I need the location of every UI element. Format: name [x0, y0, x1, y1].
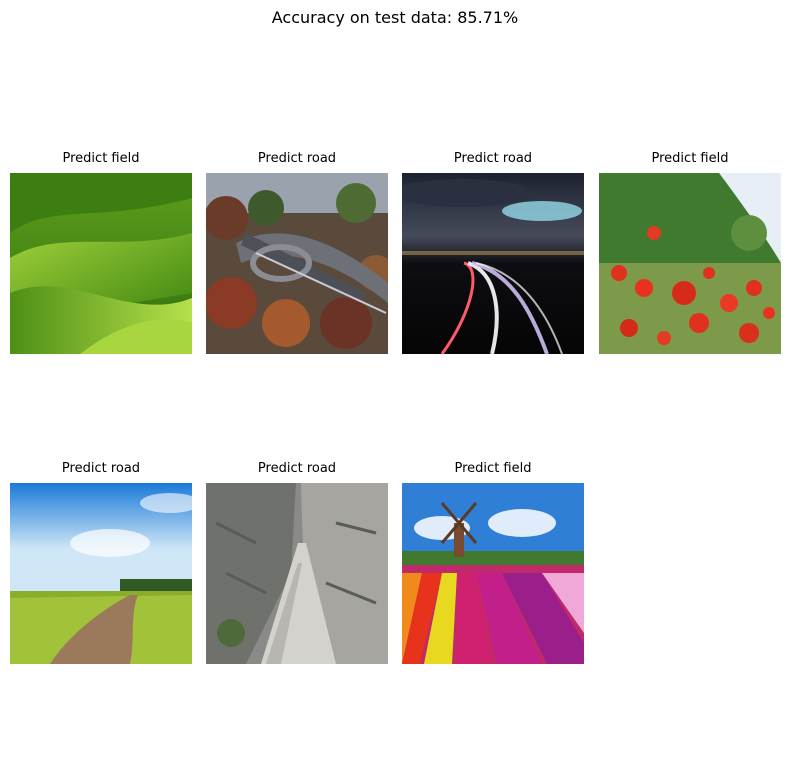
prediction-label: Predict field [651, 151, 729, 166]
prediction-panel: Predict road [402, 151, 584, 354]
test-image-tulip-windmill [402, 483, 584, 664]
prediction-panel: Predict field [402, 461, 584, 664]
prediction-panel: Predict field [599, 151, 781, 354]
test-image-highway-interchange [206, 173, 388, 354]
prediction-label: Predict road [61, 461, 141, 476]
test-image-green-hills [10, 173, 192, 354]
prediction-label: Predict field [62, 151, 140, 166]
test-image-poppy-field [599, 173, 781, 354]
prediction-panel: Predict road [206, 151, 388, 354]
prediction-label: Predict field [454, 461, 532, 476]
test-image-night-highway [402, 173, 584, 354]
test-image-cliff-road [206, 483, 388, 664]
test-image-dirt-path [10, 483, 192, 664]
prediction-label: Predict road [257, 461, 337, 476]
prediction-label: Predict road [453, 151, 533, 166]
prediction-panel: Predict field [10, 151, 192, 354]
prediction-label: Predict road [257, 151, 337, 166]
figure-title: Accuracy on test data: 85.71% [271, 8, 519, 27]
prediction-panel: Predict road [206, 461, 388, 664]
prediction-panel: Predict road [10, 461, 192, 664]
